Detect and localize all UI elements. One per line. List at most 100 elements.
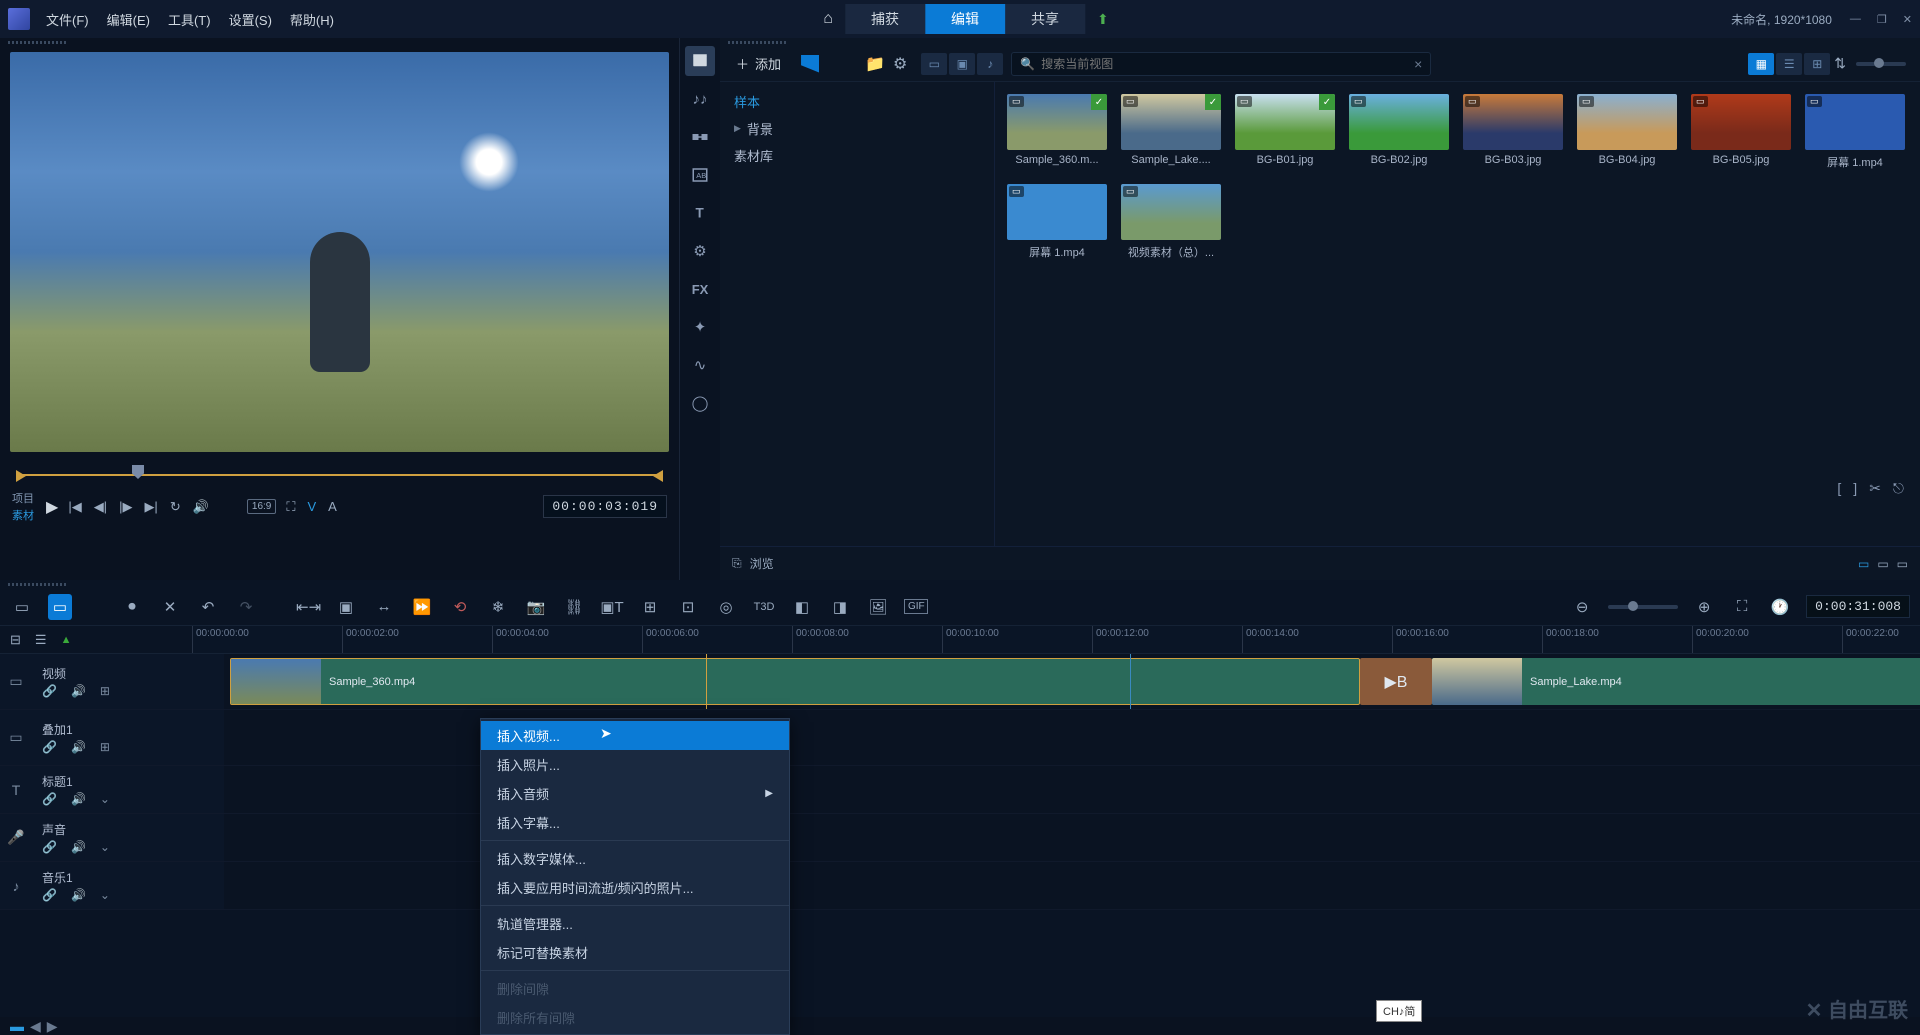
play-button[interactable]: ▶ xyxy=(46,497,58,517)
music-track-icon[interactable]: ♪ xyxy=(0,862,32,909)
preview-tab-project[interactable]: 项目 xyxy=(12,490,34,506)
pin-flag-icon[interactable] xyxy=(801,55,819,73)
fx-tab-icon[interactable]: FX xyxy=(685,274,715,304)
link-icon[interactable]: 🔗 xyxy=(42,740,57,754)
chroma-icon[interactable]: ◨ xyxy=(828,598,852,616)
tab-capture[interactable]: 捕获 xyxy=(845,4,925,34)
menu-settings[interactable]: 设置(S) xyxy=(229,10,272,29)
footer-icon-1[interactable]: ▭ xyxy=(1858,557,1869,571)
mark-out-icon[interactable]: ] xyxy=(1853,480,1857,497)
grid-icon[interactable]: ⊞ xyxy=(638,598,662,616)
filter-video-icon[interactable]: ▭ xyxy=(921,53,947,75)
browse-label[interactable]: 浏览 xyxy=(750,555,774,572)
thumbnail-item[interactable]: ▭BG-B01.jpg xyxy=(1235,94,1335,170)
link-icon[interactable]: 🔗 xyxy=(42,792,57,806)
thumbnail-item[interactable]: ▭Sample_Lake.... xyxy=(1121,94,1221,170)
thumbnail-item[interactable]: ▭屏幕 1.mp4 xyxy=(1805,94,1905,170)
view-thumb-icon[interactable]: ⊞ xyxy=(1804,53,1830,75)
ctx-insert-subtitle[interactable]: 插入字幕... xyxy=(481,808,789,837)
maximize-button[interactable]: ❐ xyxy=(1877,13,1887,26)
thumbnail-item[interactable]: ▭Sample_360.m... xyxy=(1007,94,1107,170)
motion-tab-icon[interactable]: ⚙ xyxy=(685,236,715,266)
track-header-video[interactable]: 视频 🔗🔊⊞ xyxy=(32,654,224,709)
multicam-icon[interactable]: ⊡ xyxy=(676,598,700,616)
resize-button[interactable]: ⛶ xyxy=(284,497,297,517)
scroll-grip-icon[interactable]: ▬ xyxy=(10,1018,24,1034)
ctx-insert-audio[interactable]: 插入音频▶ xyxy=(481,779,789,808)
mark-in-handle[interactable] xyxy=(16,470,26,482)
motion-track-icon[interactable]: ◎ xyxy=(714,598,738,616)
mute-icon[interactable]: 🔊 xyxy=(71,840,86,854)
audio-tab-icon[interactable]: ♪♪ xyxy=(685,84,715,114)
timeline-scrollbar[interactable]: ▬ ◀ ▶ xyxy=(0,1017,1920,1035)
footer-icon-3[interactable]: ▭ xyxy=(1897,557,1908,571)
mute-icon[interactable]: 🔊 xyxy=(71,740,86,754)
goto-end-button[interactable]: ▶| xyxy=(142,497,159,517)
t3d-icon[interactable]: T3D xyxy=(752,601,776,613)
timeline-ruler[interactable]: 00:00:00:0000:00:02:0000:00:04:0000:00:0… xyxy=(192,626,1920,653)
goto-start-button[interactable]: |◀ xyxy=(66,497,83,517)
music-track-lane[interactable] xyxy=(224,862,1920,909)
freeze-icon[interactable]: ❄ xyxy=(486,598,510,616)
volume-button[interactable]: 🔊 xyxy=(191,497,211,517)
filter-audio-icon[interactable]: ♪ xyxy=(977,53,1003,75)
stretch-icon[interactable]: ↔ xyxy=(372,598,396,615)
clip-sample-360[interactable]: Sample_360.mp4 xyxy=(230,658,1360,705)
overlay-track-icon[interactable]: ▭ xyxy=(0,710,32,765)
gear-icon[interactable]: ⚙ xyxy=(893,54,907,74)
scroll-left-icon[interactable]: ◀ xyxy=(30,1018,41,1035)
clip-sample-lake[interactable]: Sample_Lake.mp4 xyxy=(1432,658,1920,705)
mask-icon[interactable]: ◧ xyxy=(790,598,814,616)
expand-track-icon[interactable]: ⌄ xyxy=(100,840,110,854)
tab-home[interactable]: ⌂ xyxy=(811,4,845,34)
thumbnail-size-slider[interactable] xyxy=(1856,62,1906,66)
import-folder-icon[interactable]: 📁 xyxy=(865,54,885,74)
overlay-track-lane[interactable] xyxy=(224,710,1920,765)
thumbnail-item[interactable]: ▭屏幕 1.mp4 xyxy=(1007,184,1107,260)
ctx-mark-replaceable[interactable]: 标记可替换素材 xyxy=(481,938,789,967)
crop-icon[interactable]: ▣ xyxy=(334,598,358,616)
ctx-insert-digital[interactable]: 插入数字媒体... xyxy=(481,844,789,873)
split-icon[interactable]: ⎋ xyxy=(1893,480,1904,497)
mute-icon[interactable]: 🔊 xyxy=(71,792,86,806)
fx-lock-icon[interactable]: ⊞ xyxy=(100,740,110,754)
redo-icon[interactable]: ↷ xyxy=(234,598,258,616)
aspect-ratio-badge[interactable]: 16:9 xyxy=(247,499,276,514)
storyboard-view-icon[interactable]: ▭ xyxy=(10,598,34,616)
ctx-track-manager[interactable]: 轨道管理器... xyxy=(481,909,789,938)
footer-icon-2[interactable]: ▭ xyxy=(1877,557,1888,571)
track-header-overlay1[interactable]: 叠加1 🔗🔊⊞ xyxy=(32,710,224,765)
close-button[interactable]: ✕ xyxy=(1903,13,1912,26)
video-track-icon[interactable]: ▭ xyxy=(0,654,32,709)
mixer-icon[interactable]: ✕ xyxy=(158,598,182,616)
ctx-insert-photo[interactable]: 插入照片... xyxy=(481,750,789,779)
menu-tools[interactable]: 工具(T) xyxy=(168,10,211,29)
playhead-marker[interactable] xyxy=(132,465,144,479)
view-grid-icon[interactable]: ▦ xyxy=(1748,53,1774,75)
snapshot-icon[interactable]: 📷 xyxy=(524,598,548,616)
color-tab-icon[interactable]: ✦ xyxy=(685,312,715,342)
link-icon[interactable]: 🔗 xyxy=(42,840,57,854)
zoom-out-icon[interactable]: ⊖ xyxy=(1570,598,1594,616)
fx-lock-icon[interactable]: ⊞ xyxy=(100,684,110,698)
add-media-button[interactable]: ＋添加 xyxy=(728,54,789,73)
clock-icon[interactable]: 🕐 xyxy=(1768,598,1792,616)
link-icon[interactable]: 🔗 xyxy=(42,684,57,698)
link-icon[interactable]: 🔗 xyxy=(42,888,57,902)
prev-frame-button[interactable]: ◀| xyxy=(92,497,109,517)
upload-icon[interactable]: ⬆ xyxy=(1097,11,1109,28)
thumbnail-item[interactable]: ▭BG-B03.jpg xyxy=(1463,94,1563,170)
a-toggle[interactable]: A xyxy=(326,497,339,516)
fit-icon[interactable]: ⛶ xyxy=(1730,598,1754,615)
expand-track-icon[interactable]: ⌄ xyxy=(100,888,110,902)
chain-icon[interactable]: ⛓ xyxy=(562,598,586,616)
next-frame-button[interactable]: |▶ xyxy=(117,497,134,517)
scroll-right-icon[interactable]: ▶ xyxy=(47,1018,58,1035)
tree-item-medialib[interactable]: 素材库 xyxy=(720,142,994,169)
preview-drag-handle[interactable] xyxy=(0,38,679,46)
ctx-insert-timelapse[interactable]: 插入要应用时间流逝/频闪的照片... xyxy=(481,873,789,902)
text-tab-icon[interactable]: T xyxy=(685,198,715,228)
path-tab-icon[interactable]: ∿ xyxy=(685,350,715,380)
title-tab-icon[interactable]: AB xyxy=(685,160,715,190)
library-drag-handle[interactable] xyxy=(720,38,1920,46)
